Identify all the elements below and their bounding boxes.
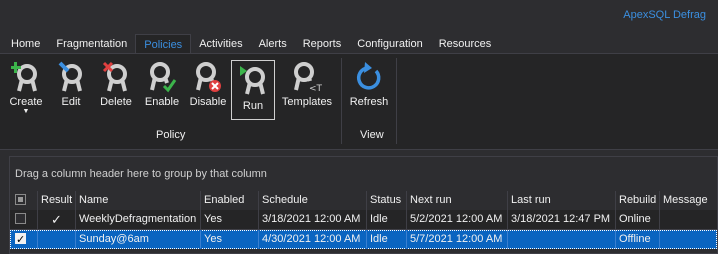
delete-button[interactable]: Delete <box>95 57 137 121</box>
delete-policy-icon <box>101 60 131 94</box>
cell-name: Sunday@6am <box>76 230 201 249</box>
ribbon-panel: Create ▼ Edit Delete Enable <box>0 53 718 150</box>
cell-rebuild: Offline <box>616 230 660 249</box>
templates-label: Templates <box>282 96 332 108</box>
grid-header-row: Result Name Enabled Schedule Status Next… <box>10 191 717 211</box>
cell-status: Idle <box>367 210 407 229</box>
policy-group-label: Policy <box>156 129 185 141</box>
cell-last-run <box>508 230 616 249</box>
column-header-result[interactable]: Result <box>38 191 76 210</box>
cell-enabled: Yes <box>201 230 259 249</box>
cell-next-run: 5/7/2021 12:00 AM <box>407 230 508 249</box>
cell-result <box>38 230 76 249</box>
tab-alerts[interactable]: Alerts <box>251 34 295 54</box>
column-header-name[interactable]: Name <box>76 191 201 210</box>
column-header-enabled[interactable]: Enabled <box>201 191 259 210</box>
edit-policy-icon <box>56 60 86 94</box>
run-button[interactable]: Run <box>231 60 275 120</box>
cell-last-run: 3/18/2021 12:47 PM <box>508 210 616 229</box>
enable-policy-icon <box>147 60 177 94</box>
row-checkbox[interactable] <box>10 210 38 229</box>
row-checkbox[interactable] <box>10 230 38 249</box>
run-policy-icon <box>238 64 268 98</box>
edit-label: Edit <box>62 96 81 108</box>
enable-button[interactable]: Enable <box>142 57 182 121</box>
checkbox-icon <box>15 194 26 205</box>
tab-configuration[interactable]: Configuration <box>349 34 430 54</box>
cell-next-run: 5/2/2021 12:00 AM <box>407 210 508 229</box>
column-header-last-run[interactable]: Last run <box>508 191 616 210</box>
tab-activities[interactable]: Activities <box>191 34 250 54</box>
column-header-message[interactable]: Message <box>660 191 717 210</box>
ribbon-tabs: Home Fragmentation Policies Activities A… <box>0 34 499 54</box>
templates-button[interactable]: <T> Templates <box>280 57 334 121</box>
chevron-down-icon: ▼ <box>23 108 30 116</box>
run-label: Run <box>243 100 263 112</box>
tab-fragmentation[interactable]: Fragmentation <box>48 34 135 54</box>
group-separator <box>341 58 342 144</box>
cell-message <box>660 210 717 229</box>
table-row-selected[interactable]: Sunday@6am Yes 4/30/2021 12:00 AM Idle 5… <box>10 230 717 249</box>
templates-icon: <T> <box>292 60 322 94</box>
group-separator <box>396 58 397 144</box>
title-bar: ApexSQL Defrag <box>0 0 718 32</box>
checkbox-checked-icon <box>15 233 26 244</box>
refresh-icon <box>354 60 384 94</box>
cell-status: Idle <box>367 230 407 249</box>
cell-schedule: 4/30/2021 12:00 AM <box>259 230 367 249</box>
create-label: Create <box>9 96 42 108</box>
create-policy-icon <box>11 60 41 94</box>
result-success-icon: ✓ <box>38 210 76 229</box>
delete-label: Delete <box>100 96 132 108</box>
disable-policy-icon <box>193 60 223 94</box>
disable-label: Disable <box>190 96 227 108</box>
tab-policies[interactable]: Policies <box>135 34 191 54</box>
edit-button[interactable]: Edit <box>52 57 90 121</box>
tab-resources[interactable]: Resources <box>431 34 500 54</box>
table-row[interactable]: ✓ WeeklyDefragmentation Yes 3/18/2021 12… <box>10 210 717 230</box>
cell-name: WeeklyDefragmentation <box>76 210 201 229</box>
cell-schedule: 3/18/2021 12:00 AM <box>259 210 367 229</box>
create-button[interactable]: Create ▼ <box>5 57 47 121</box>
tab-home[interactable]: Home <box>0 34 48 54</box>
disable-button[interactable]: Disable <box>187 57 229 121</box>
enable-label: Enable <box>145 96 179 108</box>
column-header-schedule[interactable]: Schedule <box>259 191 367 210</box>
app-title: ApexSQL Defrag <box>623 9 706 21</box>
column-header-rebuild[interactable]: Rebuild <box>616 191 660 210</box>
tab-reports[interactable]: Reports <box>295 34 350 54</box>
column-header-status[interactable]: Status <box>367 191 407 210</box>
column-header-next-run[interactable]: Next run <box>407 191 508 210</box>
policies-grid: Drag a column header here to group by th… <box>9 156 718 254</box>
group-by-panel[interactable]: Drag a column header here to group by th… <box>10 157 717 192</box>
cell-message <box>660 230 717 249</box>
refresh-button[interactable]: Refresh <box>347 57 391 121</box>
refresh-label: Refresh <box>350 96 389 108</box>
cell-rebuild: Online <box>616 210 660 229</box>
cell-enabled: Yes <box>201 210 259 229</box>
select-all-checkbox[interactable] <box>10 191 38 210</box>
view-group-label: View <box>360 129 384 141</box>
svg-text:<T>: <T> <box>309 84 322 94</box>
checkbox-icon <box>15 213 26 224</box>
